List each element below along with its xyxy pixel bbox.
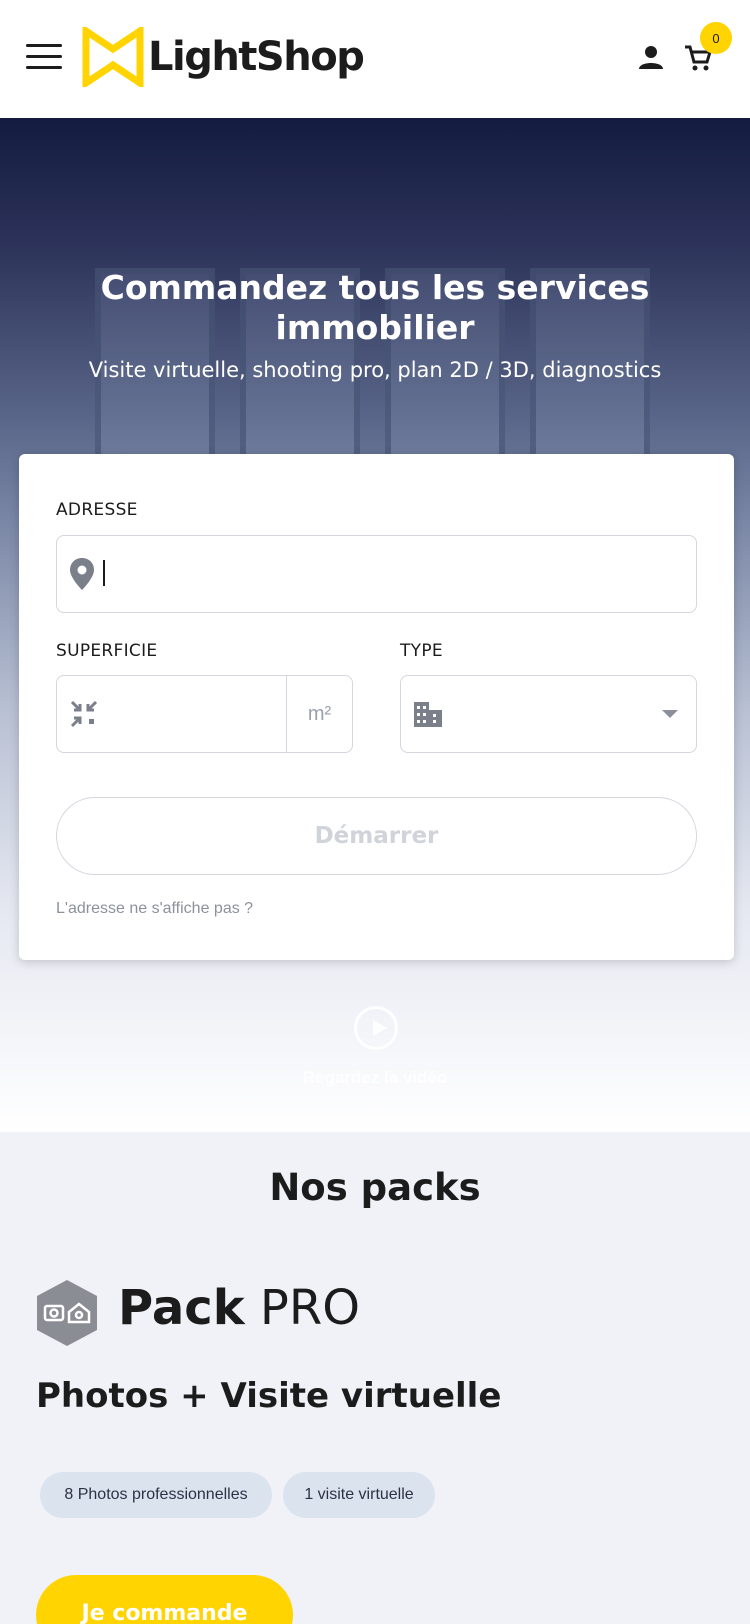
pack-subtitle: Photos + Visite virtuelle	[36, 1376, 502, 1416]
video-link[interactable]: Regardez la vidéo	[200, 1068, 550, 1088]
packs-title: Nos packs	[269, 1166, 481, 1209]
surface-label: SUPERFICIE	[56, 641, 158, 661]
order-form-card: ADRESSE SUPERFICIE m² TYPE Démarrer L'ad…	[19, 454, 734, 960]
pack-feature-chip: 1 visite virtuelle	[283, 1472, 435, 1518]
text-caret	[103, 560, 105, 586]
address-field[interactable]	[56, 535, 697, 613]
address-help-link[interactable]: L'adresse ne s'affiche pas ?	[56, 900, 253, 918]
pack-name-rest: PRO	[259, 1280, 360, 1336]
building-icon	[414, 702, 442, 727]
user-icon[interactable]	[638, 44, 664, 70]
hamburger-menu-icon[interactable]	[26, 44, 62, 70]
compress-icon	[70, 700, 98, 728]
caret-down-icon	[662, 710, 678, 718]
lightshop-logo-icon	[82, 27, 144, 87]
pack-name: Pack PRO	[118, 1280, 360, 1336]
type-select[interactable]	[400, 675, 697, 753]
map-pin-icon	[70, 558, 94, 590]
play-icon[interactable]	[354, 1006, 398, 1050]
order-button[interactable]: Je commande	[36, 1575, 293, 1624]
surface-input[interactable]	[111, 698, 271, 732]
camera-home-hexagon-icon	[37, 1280, 97, 1346]
surface-unit: m²	[286, 676, 352, 752]
header: LightShop 0	[0, 0, 750, 118]
pack-feature-chip: 8 Photos professionnelles	[40, 1472, 272, 1518]
pack-name-bold: Pack	[118, 1280, 245, 1336]
hero-title: Commandez tous les services immobilier	[100, 268, 650, 347]
cart-count-badge[interactable]: 0	[700, 22, 732, 54]
surface-field[interactable]: m²	[56, 675, 353, 753]
hero-subtitle: Visite virtuelle, shooting pro, plan 2D …	[88, 358, 662, 382]
brand-name: LightShop	[148, 34, 365, 80]
brand-logo[interactable]: LightShop	[82, 26, 365, 88]
address-input[interactable]	[109, 558, 679, 592]
type-label: TYPE	[400, 641, 443, 661]
start-button[interactable]: Démarrer	[56, 797, 697, 875]
address-label: ADRESSE	[56, 500, 138, 520]
